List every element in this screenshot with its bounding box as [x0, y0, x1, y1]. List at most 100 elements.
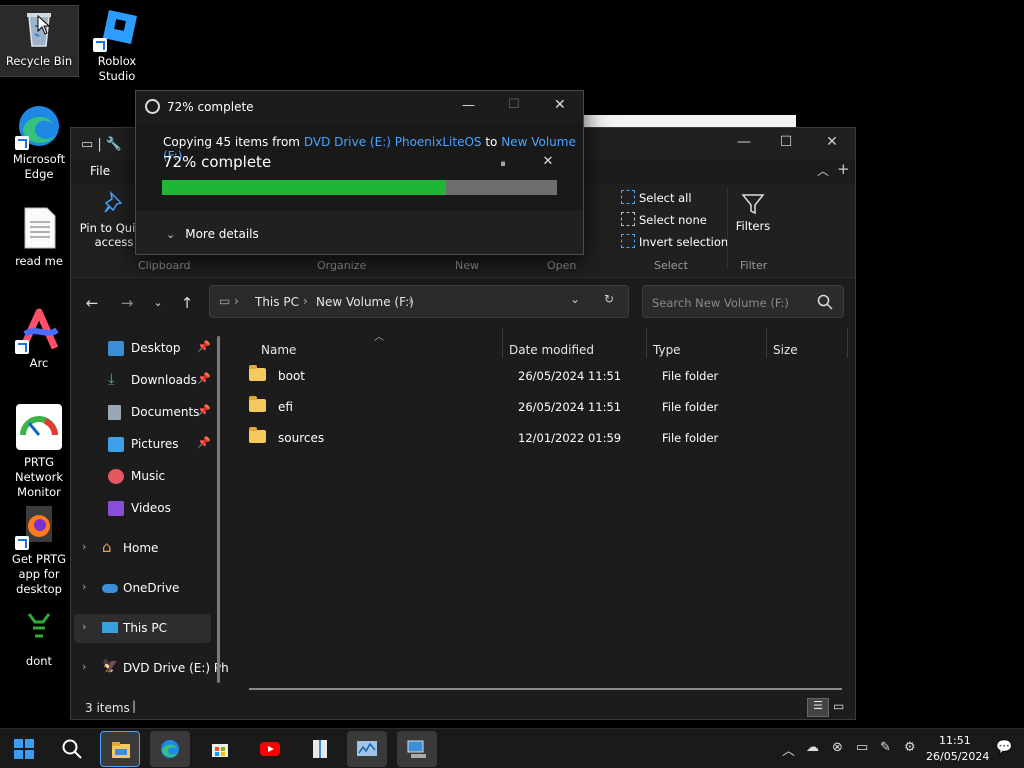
- file-list-scrollbar[interactable]: [249, 688, 842, 690]
- clock-time[interactable]: 11:51: [939, 734, 971, 747]
- security-warning-icon[interactable]: ⊗: [832, 740, 843, 755]
- notifications-icon[interactable]: 💬: [996, 740, 1012, 755]
- settings-sliders-icon[interactable]: ⚙: [904, 740, 916, 755]
- filter-icon: [741, 194, 765, 215]
- source-link[interactable]: DVD Drive (E:) PhoenixLiteOS: [304, 135, 482, 149]
- sidebar-item-this-pc[interactable]: › This PC: [74, 614, 211, 643]
- sidebar-item-label: Downloads: [131, 373, 197, 387]
- address-bar[interactable]: ▭ › This PC › New Volume (F:) › ⌄ ↻: [209, 285, 629, 318]
- sidebar-item-onedrive[interactable]: › OneDrive: [74, 574, 211, 603]
- breadcrumb-new-volume[interactable]: New Volume (F:): [316, 295, 414, 309]
- breadcrumb-this-pc[interactable]: This PC: [255, 295, 299, 309]
- close-button[interactable]: ✕: [554, 97, 566, 113]
- copy-progress-dialog: 72% complete — ☐ ✕ Copying 45 items from…: [135, 90, 584, 255]
- invert-selection-icon: [621, 234, 635, 248]
- download-icon: ⤓: [108, 370, 115, 388]
- minimize-button[interactable]: —: [462, 98, 475, 113]
- collapse-ribbon-icon[interactable]: ︿: [817, 162, 829, 179]
- desktop-icon-read-me[interactable]: read me: [0, 206, 78, 269]
- sidebar-scrollbar[interactable]: [217, 336, 220, 683]
- column-divider[interactable]: [847, 328, 848, 358]
- search-button[interactable]: [52, 731, 92, 767]
- desktop-icon-get-prtg-app[interactable]: Get PRTG app for desktop: [0, 504, 78, 597]
- filters-button[interactable]: Filters: [733, 192, 773, 233]
- up-button[interactable]: ↑: [176, 294, 198, 312]
- column-header-type[interactable]: Type: [653, 343, 681, 357]
- details-view-icon[interactable]: ☰: [807, 698, 829, 717]
- select-all-button[interactable]: Select all: [621, 190, 692, 205]
- file-name: sources: [278, 431, 325, 445]
- sidebar-item-desktop[interactable]: Desktop 📌: [74, 334, 211, 363]
- quick-access-toolbar[interactable]: ▭ | 🔧: [81, 137, 122, 152]
- column-header-date-modified[interactable]: Date modified: [509, 343, 594, 357]
- desktop-icon-prtg-network-monitor[interactable]: PRTG Network Monitor: [0, 403, 78, 500]
- minimize-button[interactable]: —: [729, 134, 759, 154]
- column-divider[interactable]: [646, 328, 647, 358]
- sidebar-item-downloads[interactable]: ⤓ Downloads 📌: [74, 366, 211, 395]
- desktop-icon-microsoft-edge[interactable]: Microsoft Edge: [0, 104, 78, 182]
- taskbar-copy-dialog[interactable]: [397, 731, 437, 767]
- desktop-icon-dont[interactable]: dont: [0, 606, 78, 669]
- taskbar-file-explorer[interactable]: [100, 731, 140, 767]
- tiles-view-icon[interactable]: ▭: [833, 699, 844, 713]
- maximize-button: ☐: [508, 97, 520, 112]
- cancel-copy-icon[interactable]: ✕: [539, 154, 557, 169]
- select-none-button[interactable]: Select none: [621, 212, 707, 227]
- column-header-size[interactable]: Size: [773, 343, 798, 357]
- file-row-sources[interactable]: sources 12/01/2022 01:59 File folder: [239, 423, 839, 453]
- clock-date[interactable]: 26/05/2024: [926, 750, 989, 763]
- column-divider[interactable]: [766, 328, 767, 358]
- network-off-icon[interactable]: ☁: [806, 740, 819, 755]
- arc-icon: [15, 308, 61, 354]
- more-details-button[interactable]: ⌄ More details: [166, 227, 259, 241]
- invert-selection-button[interactable]: Invert selection: [621, 234, 728, 249]
- taskbar-store[interactable]: [200, 731, 240, 767]
- column-header-name[interactable]: Name: [261, 343, 296, 357]
- desktop-icon-roblox-studio[interactable]: Roblox Studio: [78, 6, 156, 84]
- show-hidden-icons[interactable]: ︿: [782, 740, 795, 759]
- to-word: to: [485, 135, 498, 149]
- file-type: File folder: [662, 400, 719, 414]
- sidebar-item-label: This PC: [123, 621, 167, 635]
- maximize-button[interactable]: ☐: [771, 134, 801, 154]
- new-tab-icon[interactable]: +: [837, 160, 850, 178]
- pause-icon[interactable]: ⏸: [494, 157, 512, 171]
- file-row-efi[interactable]: efi 26/05/2024 11:51 File folder: [239, 392, 839, 422]
- start-button[interactable]: [4, 731, 44, 767]
- tab-file[interactable]: File: [90, 164, 110, 178]
- pin-icon: 📌: [197, 340, 211, 353]
- item-count: 3 items: [85, 701, 130, 715]
- dialog-title-bar[interactable]: 72% complete — ☐ ✕: [136, 91, 583, 123]
- folder-icon: [249, 396, 266, 412]
- taskbar-app[interactable]: [300, 731, 340, 767]
- sidebar-item-label: Pictures: [131, 437, 179, 451]
- firefox-icon: [15, 504, 61, 550]
- pen-icon[interactable]: ✎: [880, 740, 891, 755]
- refresh-icon[interactable]: ↻: [604, 292, 614, 306]
- desktop-icon-arc[interactable]: Arc: [0, 308, 78, 371]
- sidebar-item-music[interactable]: Music: [74, 462, 211, 491]
- shortcut-arrow-icon: [15, 136, 29, 150]
- taskbar-youtube[interactable]: [250, 731, 290, 767]
- forward-button[interactable]: →: [116, 294, 138, 312]
- sidebar-item-home[interactable]: › ⌂ Home: [74, 534, 211, 563]
- file-type: File folder: [662, 431, 719, 445]
- close-button[interactable]: ✕: [817, 134, 847, 154]
- sidebar-item-dvd-drive[interactable]: › 🦅 DVD Drive (E:) Ph: [74, 654, 229, 683]
- taskbar-edge[interactable]: [150, 731, 190, 767]
- sidebar-item-videos[interactable]: Videos: [74, 494, 211, 523]
- sidebar-item-pictures[interactable]: Pictures 📌: [74, 430, 211, 459]
- display-icon[interactable]: ▭: [856, 740, 868, 755]
- drive-icon: ▭ ›: [219, 294, 239, 308]
- file-row-boot[interactable]: boot 26/05/2024 11:51 File folder: [239, 361, 839, 391]
- sidebar-item-documents[interactable]: Documents 📌: [74, 398, 211, 427]
- column-divider[interactable]: [502, 328, 503, 358]
- address-dropdown-icon[interactable]: ⌄: [570, 292, 580, 306]
- back-button[interactable]: ←: [81, 294, 103, 312]
- documents-icon: [108, 405, 121, 420]
- taskbar-monitor-app[interactable]: [347, 731, 387, 767]
- file-date: 26/05/2024 11:51: [518, 369, 622, 383]
- mouse-cursor-icon: [37, 15, 51, 35]
- search-input[interactable]: Search New Volume (F:): [642, 285, 844, 318]
- recent-locations-icon[interactable]: ⌄: [147, 296, 169, 309]
